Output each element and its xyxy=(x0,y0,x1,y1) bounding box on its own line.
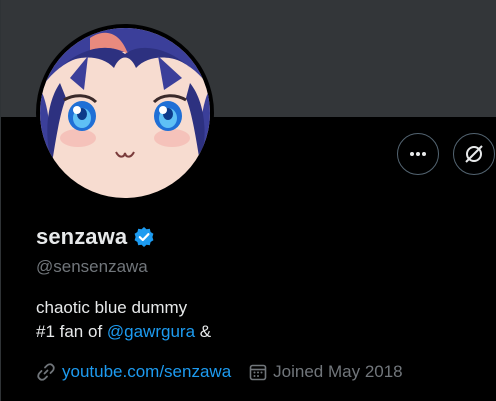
more-options-button[interactable] xyxy=(397,133,439,175)
website-link[interactable]: youtube.com/senzawa xyxy=(62,362,231,382)
bio-line-1: chaotic blue dummy xyxy=(36,298,188,317)
name-row: senzawa xyxy=(36,224,155,250)
grok-button[interactable] xyxy=(453,133,495,175)
grok-icon xyxy=(465,145,483,163)
more-horizontal-icon xyxy=(410,152,426,156)
bio-text: #1 fan of xyxy=(36,322,107,341)
joined-date: Joined May 2018 xyxy=(273,362,403,381)
bio: chaotic blue dummy #1 fan of @gawrgura & xyxy=(36,296,211,344)
verified-badge-icon[interactable] xyxy=(133,226,155,248)
profile-meta: youtube.com/senzawa Joined May 2018 xyxy=(36,362,421,382)
mention-link[interactable]: @gawrgura xyxy=(107,322,195,341)
calendar-icon xyxy=(249,364,267,381)
user-handle: @sensenzawa xyxy=(36,257,148,276)
joined-item: Joined May 2018 xyxy=(249,362,403,382)
bio-text-suffix: & xyxy=(195,322,212,341)
bio-line-2: #1 fan of @gawrgura & xyxy=(36,320,211,344)
display-name: senzawa xyxy=(36,224,128,249)
avatar[interactable] xyxy=(40,28,210,198)
link-icon xyxy=(37,363,55,381)
website-item: youtube.com/senzawa xyxy=(36,362,231,382)
